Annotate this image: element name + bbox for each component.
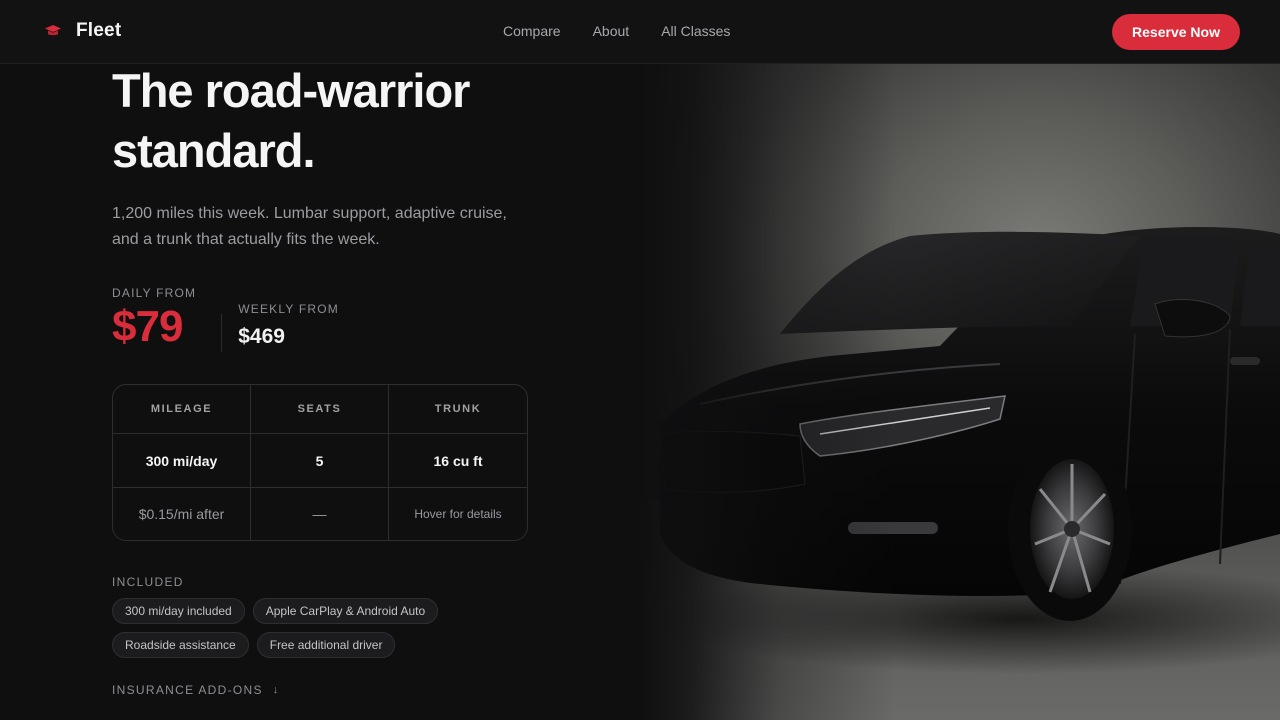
- chip-roadside: Roadside assistance: [112, 632, 249, 658]
- chip-mileage: 300 mi/day included: [112, 598, 245, 624]
- pricing: DAILY FROM $79 WEEKLY FROM $469: [112, 286, 592, 352]
- daily-price-block: DAILY FROM $79: [112, 286, 196, 350]
- weekly-price: $469: [238, 325, 285, 348]
- cap-icon: [45, 25, 61, 36]
- spec-note-mileage: $0.15/mi after: [113, 488, 251, 540]
- chip-carplay: Apple CarPlay & Android Auto: [252, 598, 439, 624]
- insurance-addons-label: INSURANCE ADD-ONS: [112, 683, 263, 697]
- daily-price-label: DAILY FROM: [112, 286, 197, 300]
- brand-name: Fleet: [76, 20, 122, 41]
- arrow-down-icon: ↓: [272, 684, 279, 696]
- spec-value-trunk: 16 cu ft: [389, 434, 527, 488]
- spec-header-mileage: MILEAGE: [113, 385, 251, 434]
- spec-header-seats: SEATS: [251, 385, 389, 434]
- nav-links: Compare About All Classes: [503, 23, 730, 39]
- page-title: The road-warrior standard.: [112, 64, 470, 177]
- insurance-addons-toggle[interactable]: INSURANCE ADD-ONS ↓: [112, 683, 592, 697]
- hero-fade-overlay: [640, 64, 1280, 720]
- spec-table: MILEAGE SEATS TRUNK 300 mi/day 5 16 cu f…: [112, 384, 528, 541]
- top-nav: Fleet Compare About All Classes Reserve …: [0, 0, 1280, 64]
- hero-content: The road-warrior standard. 1,200 miles t…: [112, 64, 592, 697]
- brand[interactable]: Fleet: [44, 20, 121, 42]
- hero-car-image: [640, 64, 1280, 720]
- nav-link-compare[interactable]: Compare: [503, 23, 561, 39]
- spec-value-seats: 5: [251, 434, 389, 488]
- included-chips: 300 mi/day included Apple CarPlay & Andr…: [112, 598, 532, 658]
- nav-link-all-classes[interactable]: All Classes: [661, 23, 730, 39]
- weekly-price-label: WEEKLY FROM: [238, 302, 340, 316]
- spec-note-trunk[interactable]: Hover for details: [389, 488, 527, 540]
- price-divider: [221, 314, 223, 352]
- reserve-now-button[interactable]: Reserve Now: [1112, 14, 1240, 50]
- spec-value-mileage: 300 mi/day: [113, 434, 251, 488]
- chip-additional-driver: Free additional driver: [256, 632, 396, 658]
- spec-note-seats: —: [251, 488, 389, 540]
- hero-subtitle: 1,200 miles this week. Lumbar support, a…: [112, 205, 507, 248]
- nav-link-about[interactable]: About: [593, 23, 630, 39]
- included-section: INCLUDED 300 mi/day included Apple CarPl…: [112, 575, 592, 658]
- daily-price: $79: [112, 302, 183, 351]
- included-label: INCLUDED: [112, 575, 184, 589]
- weekly-price-block: WEEKLY FROM $469: [238, 302, 339, 349]
- spec-header-trunk: TRUNK: [389, 385, 527, 434]
